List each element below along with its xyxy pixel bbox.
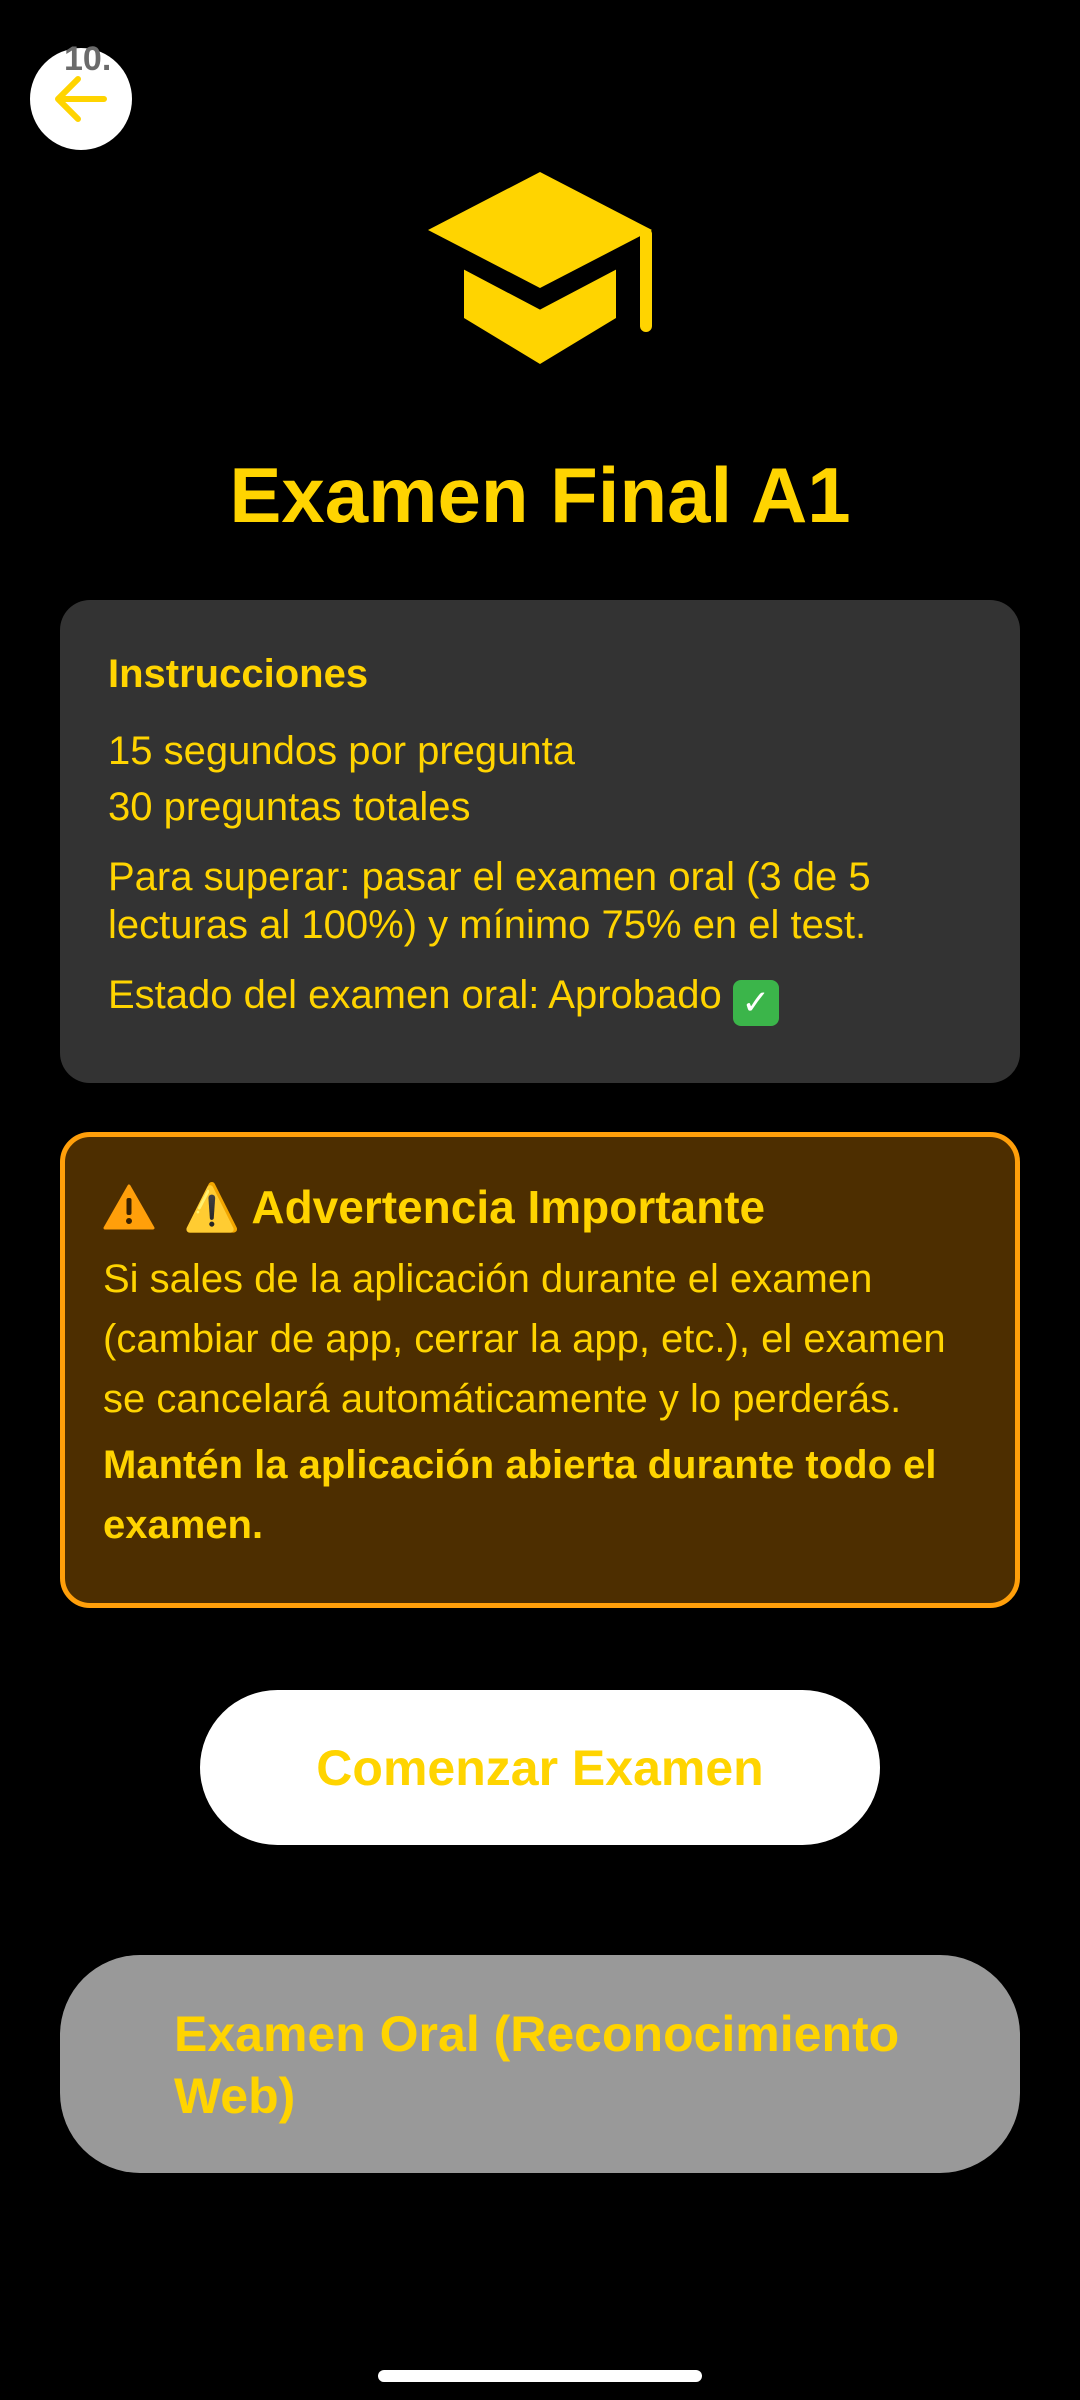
warning-text: Si sales de la aplicación durante el exa… [103, 1257, 946, 1421]
instructions-heading: Instrucciones [108, 652, 369, 696]
warning-icon [103, 1184, 155, 1230]
warning-header: ⚠️ Advertencia Importante [103, 1177, 973, 1237]
warning-card: ⚠️ Advertencia Importante Si sales de la… [60, 1132, 1020, 1608]
warning-title: ⚠️ Advertencia Importante [183, 1180, 765, 1235]
exam-screen: 10. Examen Final A1 Instrucciones 15 seg… [0, 0, 1080, 2400]
total-questions: 30 preguntas totales [108, 785, 471, 829]
start-exam-button[interactable]: Comenzar Examen [200, 1690, 880, 1845]
warning-title-text: ⚠️ Advertencia Importante [183, 1180, 766, 1233]
status-overlay-text: 10. [64, 40, 112, 78]
check-mark-button-icon: ✓ [732, 980, 779, 1026]
instructions-card: Instrucciones 15 segundos por pregunta 3… [60, 600, 1020, 1083]
oral-status-text: Estado del examen oral: Aprobado [108, 973, 722, 1017]
pass-rule-text: Para superar: pasar el examen oral (3 de… [108, 855, 871, 947]
time-per-question: 15 segundos por pregunta [108, 729, 576, 773]
warning-bold-text: Mantén la aplicación abierta durante tod… [103, 1443, 937, 1547]
oral-status-row: Estado del examen oral: Aprobado ✓ [108, 967, 972, 1026]
oral-exam-button[interactable]: Examen Oral (Reconocimiento Web) [60, 1955, 1020, 2173]
page-title: Examen Final A1 [229, 451, 851, 539]
graduation-cap-icon [428, 172, 652, 364]
home-indicator[interactable] [378, 2370, 702, 2382]
